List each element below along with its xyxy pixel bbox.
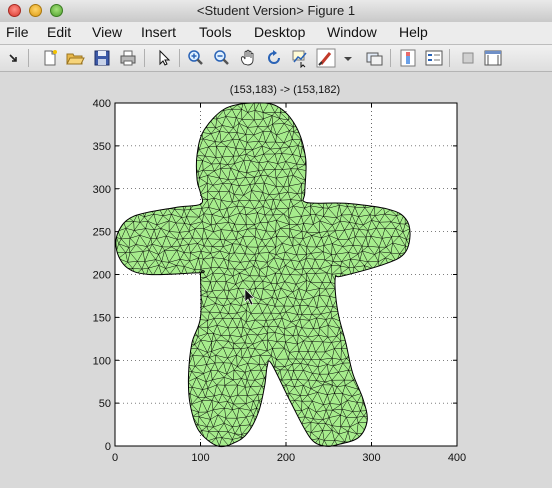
x-tick-label: 100 [191, 452, 209, 464]
x-tick-label: 300 [362, 452, 380, 464]
y-tick-label: 350 [93, 141, 111, 153]
y-tick-label: 300 [93, 184, 111, 196]
y-tick-label: 150 [93, 312, 111, 324]
y-tick-label: 400 [93, 98, 111, 110]
x-tick-label: 200 [277, 452, 295, 464]
x-tick-label: 400 [448, 452, 466, 464]
x-tick-label: 0 [112, 452, 118, 464]
mesh-plot[interactable]: 0 100 200 300 400 0 50 100 150 200 250 300 350 400 [0, 0, 552, 488]
y-tick-label: 100 [93, 355, 111, 367]
y-tick-label: 0 [105, 441, 111, 453]
y-tick-label: 250 [93, 227, 111, 239]
y-tick-label: 50 [99, 398, 111, 410]
y-tick-label: 200 [93, 270, 111, 282]
